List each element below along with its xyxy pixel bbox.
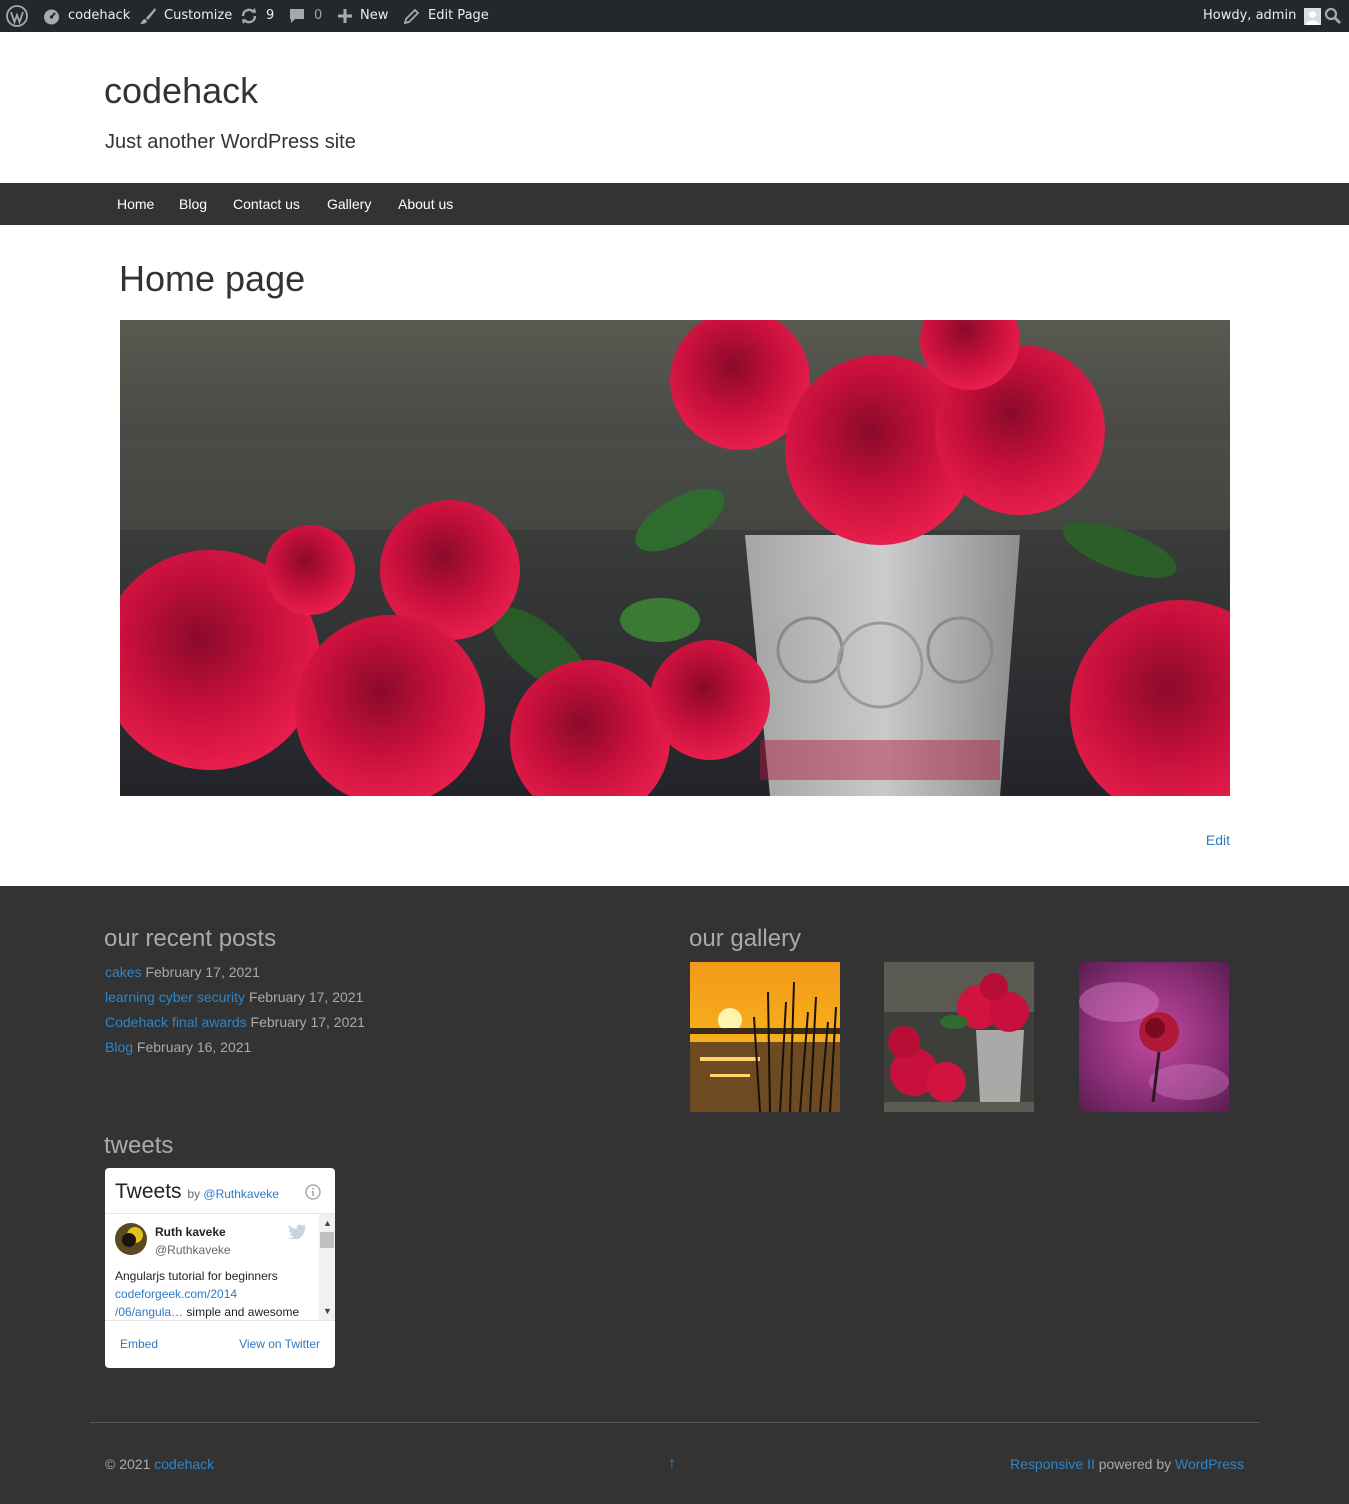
scroll-to-top-link[interactable]: ↑ xyxy=(668,1455,676,1473)
pencil-icon xyxy=(404,8,419,24)
scroll-up-icon[interactable]: ▲ xyxy=(323,1218,332,1228)
twitter-widget-title: Tweets xyxy=(115,1180,182,1203)
post-link[interactable]: learning cyber security xyxy=(105,989,245,1005)
menu-item-blog[interactable]: Blog xyxy=(166,183,220,225)
post-date: February 17, 2021 xyxy=(250,1014,365,1030)
paintbrush-icon xyxy=(139,7,157,25)
post-link[interactable]: cakes xyxy=(105,964,142,980)
edit-page-label: Edit Page xyxy=(428,8,489,23)
new-label: New xyxy=(360,8,389,23)
post-date: February 17, 2021 xyxy=(248,989,364,1005)
scroll-down-icon[interactable]: ▼ xyxy=(323,1306,332,1316)
gallery-title: our gallery xyxy=(689,925,802,952)
tweet-text: Angularjs tutorial for beginners codefor… xyxy=(115,1267,315,1321)
page-title: Home page xyxy=(119,258,306,299)
tweet-author-handle[interactable]: @Ruthkaveke xyxy=(155,1243,231,1257)
tweet-body: Angularjs tutorial for beginners xyxy=(115,1269,278,1283)
menu-item-home[interactable]: Home xyxy=(104,183,167,225)
copyright-site-link[interactable]: codehack xyxy=(154,1456,214,1472)
gallery-thumb-sunset[interactable] xyxy=(690,962,840,1112)
twitter-timeline-widget: Tweets by @Ruthkaveke Ruth kaveke @Ruthk… xyxy=(105,1168,335,1368)
updates-icon xyxy=(240,7,258,25)
hero-image xyxy=(120,320,1230,796)
copyright-text: © 2021 xyxy=(105,1456,151,1472)
account-menu[interactable]: Howdy, admin xyxy=(1203,0,1322,32)
list-item: cakes February 17, 2021 xyxy=(105,964,260,980)
tweets-title: tweets xyxy=(104,1132,174,1159)
footer-divider xyxy=(90,1422,1260,1423)
list-item: Blog February 16, 2021 xyxy=(105,1039,251,1055)
wordpress-link[interactable]: WordPress xyxy=(1175,1456,1244,1472)
updates-count: 9 xyxy=(266,8,275,23)
menu-item-about-us[interactable]: About us xyxy=(385,183,466,225)
divider xyxy=(105,1213,335,1214)
dashboard-icon xyxy=(43,8,60,25)
menu-item-contact-us[interactable]: Contact us xyxy=(220,183,313,225)
gallery-thumb-purple-rose[interactable] xyxy=(1079,962,1229,1112)
gallery-thumb-roses[interactable] xyxy=(884,962,1034,1112)
site-name: codehack xyxy=(68,8,131,23)
twitter-handle-link[interactable]: @Ruthkaveke xyxy=(203,1187,279,1201)
site-menu[interactable]: codehack xyxy=(43,0,130,32)
by-label: by xyxy=(187,1187,201,1201)
post-link[interactable]: Codehack final awards xyxy=(105,1014,247,1030)
comment-icon xyxy=(289,8,305,24)
tweet-link[interactable]: codeforgeek.com/2014 xyxy=(115,1287,237,1301)
info-icon[interactable] xyxy=(305,1184,321,1205)
author-avatar[interactable] xyxy=(115,1223,147,1260)
howdy-label: Howdy, admin xyxy=(1203,8,1297,23)
theme-link[interactable]: Responsive II xyxy=(1010,1456,1095,1472)
wordpress-logo-icon[interactable] xyxy=(6,0,28,32)
recent-posts-title: our recent posts xyxy=(104,925,277,952)
site-tagline: Just another WordPress site xyxy=(105,131,356,153)
tweet-link-cont[interactable]: /06/angula… xyxy=(115,1305,183,1319)
twitter-widget-header: Tweets by @Ruthkaveke xyxy=(115,1180,279,1204)
tweet-author-name[interactable]: Ruth kaveke xyxy=(155,1225,226,1239)
twitter-bird-icon[interactable] xyxy=(288,1224,306,1244)
customize-label: Customize xyxy=(164,8,233,23)
edit-page-link[interactable]: Edit Page xyxy=(404,0,489,32)
post-date: February 17, 2021 xyxy=(145,964,260,980)
post-link[interactable]: Blog xyxy=(105,1039,133,1055)
copyright: © 2021 codehack xyxy=(105,1456,214,1472)
powered-by-text: powered by xyxy=(1098,1456,1172,1472)
divider xyxy=(105,1320,335,1321)
embed-link[interactable]: Embed xyxy=(120,1337,158,1351)
post-date: February 16, 2021 xyxy=(136,1039,252,1055)
menu-item-gallery[interactable]: Gallery xyxy=(314,183,384,225)
list-item: learning cyber security February 17, 202… xyxy=(105,989,363,1005)
main-menu: Home Blog Contact us Gallery About us xyxy=(0,183,1349,225)
plus-icon xyxy=(338,9,352,23)
admin-bar: codehack Customize 9 0 New Edit Page How… xyxy=(0,0,1349,32)
list-item: Codehack final awards February 17, 2021 xyxy=(105,1014,365,1030)
comments-count: 0 xyxy=(314,8,323,23)
search-icon[interactable] xyxy=(1324,0,1342,32)
avatar xyxy=(1304,7,1322,25)
comments-link[interactable]: 0 xyxy=(289,0,322,32)
customize-link[interactable]: Customize xyxy=(139,0,232,32)
new-content-link[interactable]: New xyxy=(338,0,388,32)
site-title[interactable]: codehack xyxy=(104,70,258,112)
footer-credits: Responsive II powered by WordPress xyxy=(1010,1456,1244,1472)
updates-link[interactable]: 9 xyxy=(240,0,274,32)
view-on-twitter-link[interactable]: View on Twitter xyxy=(239,1337,320,1351)
timeline-scrollbar[interactable]: ▲ ▼ xyxy=(319,1214,335,1320)
tweet-body-cont: simple and awesome xyxy=(186,1305,300,1319)
scrollbar-thumb[interactable] xyxy=(320,1232,334,1248)
edit-link[interactable]: Edit xyxy=(1206,832,1230,848)
